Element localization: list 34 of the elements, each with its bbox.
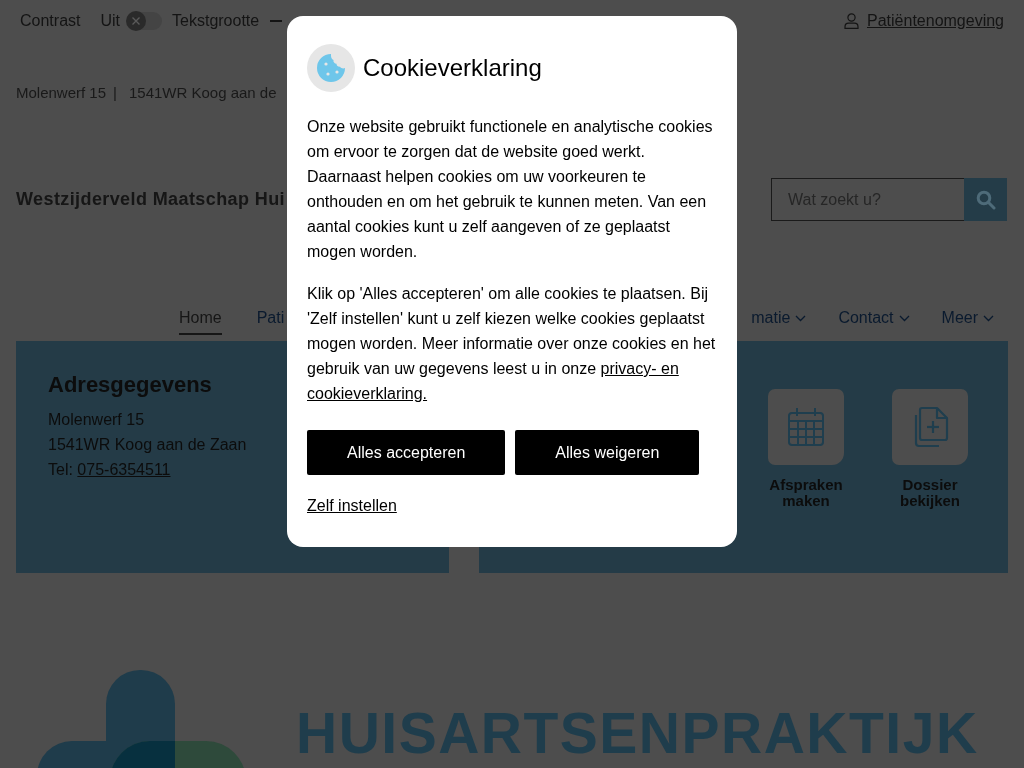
minus-icon[interactable] (270, 20, 283, 22)
logo-cross-icon (36, 670, 246, 768)
quick-link-label[interactable]: Afspraken maken (766, 477, 846, 509)
quick-link-label[interactable]: Dossier bekijken (890, 477, 970, 509)
contrast-state-label: Uit (100, 12, 121, 30)
settings-link[interactable]: Zelf instellen (307, 497, 397, 514)
phone-label: Tel: (48, 461, 73, 478)
contrast-label: Contrast (20, 12, 81, 30)
toggle-knob-icon (126, 11, 147, 31)
contrast-toggle[interactable] (127, 12, 163, 30)
quick-link-tile[interactable] (892, 389, 968, 465)
dialog-button[interactable]: Alles weigeren (515, 430, 700, 475)
nav-item[interactable]: Pati (256, 308, 285, 335)
nav-item[interactable]: matie (751, 308, 807, 335)
user-icon (844, 13, 859, 29)
nav-item[interactable]: Home (179, 308, 222, 335)
dialog-title: Cookieverklaring (363, 53, 542, 83)
patient-portal-link[interactable]: Patiëntenomgeving (844, 12, 1004, 30)
nav-item[interactable]: Contact (838, 308, 910, 335)
search-icon (975, 189, 996, 210)
address-separator: | (113, 83, 117, 103)
calendar-icon (787, 407, 825, 447)
dialog-button[interactable]: Alles accepteren (307, 430, 506, 475)
address-line: Molenwerf 15 (48, 410, 145, 430)
nav-item[interactable]: Meer (941, 308, 994, 335)
cookie-icon (307, 44, 355, 92)
quick-link-tile[interactable] (768, 389, 844, 465)
search-button[interactable] (964, 178, 1007, 221)
dialog-paragraph: Onze website gebruikt functionele en analytische cookies om ervoor te zorgen dat de website goed werkt. Daarnaast helpen cookies om uw voorkeuren te onthouden en om het gebruik te kunnen meten. Van een aantal cookies kunt u zelf aangeven of ze geplaatst mogen worden. (307, 117, 714, 262)
text-size-label: Tekstgrootte (172, 12, 260, 30)
phone-link[interactable]: 075-6354511 (77, 461, 171, 478)
address-line: 1541WR Koog aan de Zaan (48, 435, 247, 455)
dialog-paragraph: Klik op 'Alles accepteren' om alle cookies te plaatsen. Bij 'Zelf instellen' kunt u zelf kiezen welke cookies geplaatst mogen worden. Meer informatie over onze cookies en het gebruik van uw gegevens leest u in onze privacy- en cookieverklaring. (307, 284, 717, 404)
address-panel-title: Adresgegevens (48, 371, 212, 399)
